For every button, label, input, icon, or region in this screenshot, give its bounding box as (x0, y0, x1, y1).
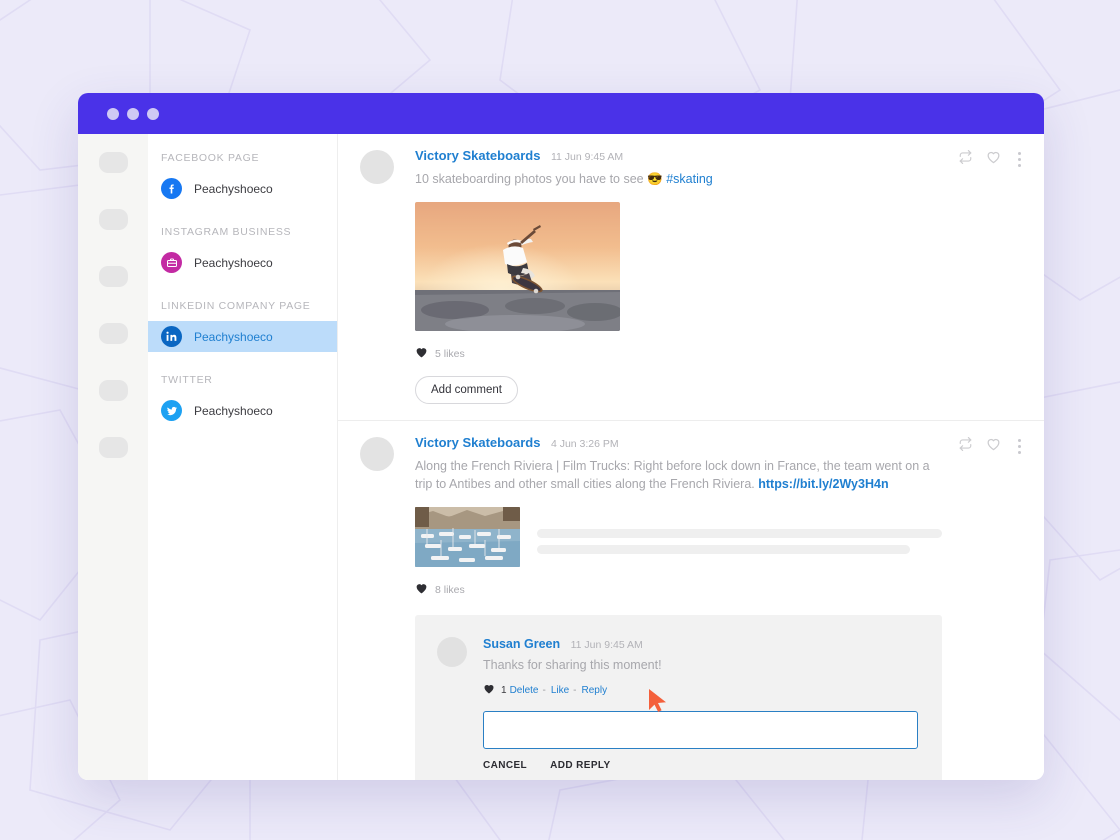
action-separator: - (573, 685, 576, 696)
account-name: Peachyshoeco (194, 404, 273, 418)
rail-placeholder-5[interactable] (99, 380, 128, 401)
group-label-twitter: TWITTER (148, 374, 337, 386)
window-dot-minimize[interactable] (127, 108, 139, 120)
post-link[interactable]: https://bit.ly/2Wy3H4n (758, 477, 888, 491)
comment-delete-link[interactable]: Delete (510, 685, 539, 696)
post-text: Along the French Riviera | Film Trucks: … (415, 457, 942, 493)
avatar (360, 437, 394, 471)
comment-avatar (437, 637, 467, 667)
comment-text: Thanks for sharing this moment! (483, 657, 918, 674)
repost-icon[interactable] (958, 437, 973, 456)
post-actions (958, 437, 1022, 456)
reply-input[interactable] (483, 711, 918, 749)
comment-author[interactable]: Susan Green (483, 637, 560, 651)
twitter-icon (161, 400, 182, 421)
add-comment-button[interactable]: Add comment (415, 376, 518, 404)
comment-reply-link[interactable]: Reply (582, 685, 608, 696)
post-content: Victory Skateboards 11 Jun 9:45 AM 10 sk… (415, 148, 1022, 404)
post-timestamp: 11 Jun 9:45 AM (551, 151, 623, 163)
sidebar-item-twitter[interactable]: Peachyshoeco (148, 395, 337, 426)
reply-buttons: CANCEL ADD REPLY (483, 760, 918, 771)
comment-block: Susan Green 11 Jun 9:45 AM Thanks for sh… (415, 615, 942, 780)
post-item: Victory Skateboards 11 Jun 9:45 AM 10 sk… (338, 134, 1044, 421)
heart-icon[interactable] (986, 437, 1001, 456)
window-dot-maximize[interactable] (147, 108, 159, 120)
window-title-bar (78, 93, 1044, 134)
skeleton-line (537, 529, 942, 538)
link-preview-thumbnail[interactable] (415, 507, 520, 567)
instagram-business-icon (161, 252, 182, 273)
heart-icon[interactable] (986, 150, 1001, 169)
likes-count: 8 likes (435, 584, 465, 596)
heart-filled-icon (415, 581, 428, 599)
group-label-linkedin: LINKEDIN COMPANY PAGE (148, 300, 337, 312)
account-name: Peachyshoeco (194, 330, 273, 344)
comment-like-link[interactable]: Like (551, 685, 569, 696)
comment-timestamp: 11 Jun 9:45 AM (571, 639, 643, 651)
comment-header: Susan Green 11 Jun 9:45 AM (483, 635, 918, 653)
comment-item: Susan Green 11 Jun 9:45 AM Thanks for sh… (437, 635, 918, 771)
repost-icon[interactable] (958, 150, 973, 169)
group-label-facebook: FACEBOOK PAGE (148, 152, 337, 164)
comment-actions: 1 Delete - Like - Reply (483, 683, 918, 697)
likes-row: 8 likes (415, 581, 942, 599)
post-actions (958, 150, 1022, 169)
facebook-icon (161, 178, 182, 199)
post-item: Victory Skateboards 4 Jun 3:26 PM Along … (338, 421, 1044, 780)
account-name: Peachyshoeco (194, 256, 273, 270)
post-text-body: 10 skateboarding photos you have to see (415, 172, 647, 186)
post-feed: Victory Skateboards 11 Jun 9:45 AM 10 sk… (338, 134, 1044, 780)
cancel-button[interactable]: CANCEL (483, 760, 527, 771)
window-dot-close[interactable] (107, 108, 119, 120)
sidebar-item-linkedin[interactable]: Peachyshoeco (148, 321, 337, 352)
more-options-icon[interactable] (1014, 438, 1022, 455)
window-body: FACEBOOK PAGE Peachyshoeco INSTAGRAM BUS… (78, 134, 1044, 780)
post-text: 10 skateboarding photos you have to see … (415, 170, 942, 188)
comment-body: Susan Green 11 Jun 9:45 AM Thanks for sh… (483, 635, 918, 771)
post-header: Victory Skateboards 4 Jun 3:26 PM (415, 435, 942, 451)
account-name: Peachyshoeco (194, 182, 273, 196)
post-header: Victory Skateboards 11 Jun 9:45 AM (415, 148, 942, 164)
likes-count: 5 likes (435, 348, 465, 360)
post-content: Victory Skateboards 4 Jun 3:26 PM Along … (415, 435, 1022, 780)
app-window: FACEBOOK PAGE Peachyshoeco INSTAGRAM BUS… (78, 93, 1044, 780)
skeleton-line (537, 545, 910, 554)
comment-like-count: 1 (501, 685, 507, 696)
post-timestamp: 4 Jun 3:26 PM (551, 438, 619, 450)
heart-filled-icon (415, 345, 428, 363)
post-hashtag[interactable]: #skating (666, 172, 713, 186)
likes-row: 5 likes (415, 345, 942, 363)
post-author[interactable]: Victory Skateboards (415, 148, 540, 163)
icon-rail (78, 134, 148, 780)
linkedin-icon (161, 326, 182, 347)
link-preview-skeleton (537, 507, 942, 561)
post-photo[interactable] (415, 202, 620, 331)
add-reply-button[interactable]: ADD REPLY (550, 760, 610, 771)
avatar (360, 150, 394, 184)
accounts-sidebar: FACEBOOK PAGE Peachyshoeco INSTAGRAM BUS… (148, 134, 338, 780)
link-preview[interactable] (415, 507, 942, 567)
heart-filled-icon (483, 683, 495, 697)
rail-placeholder-6[interactable] (99, 437, 128, 458)
rail-placeholder-1[interactable] (99, 152, 128, 173)
more-options-icon[interactable] (1014, 151, 1022, 168)
rail-placeholder-3[interactable] (99, 266, 128, 287)
post-author[interactable]: Victory Skateboards (415, 435, 540, 450)
action-separator: - (542, 685, 545, 696)
sunglasses-emoji-icon: 😎 (647, 172, 663, 186)
rail-placeholder-2[interactable] (99, 209, 128, 230)
sidebar-item-instagram[interactable]: Peachyshoeco (148, 247, 337, 278)
group-label-instagram: INSTAGRAM BUSINESS (148, 226, 337, 238)
sidebar-item-facebook[interactable]: Peachyshoeco (148, 173, 337, 204)
rail-placeholder-4[interactable] (99, 323, 128, 344)
